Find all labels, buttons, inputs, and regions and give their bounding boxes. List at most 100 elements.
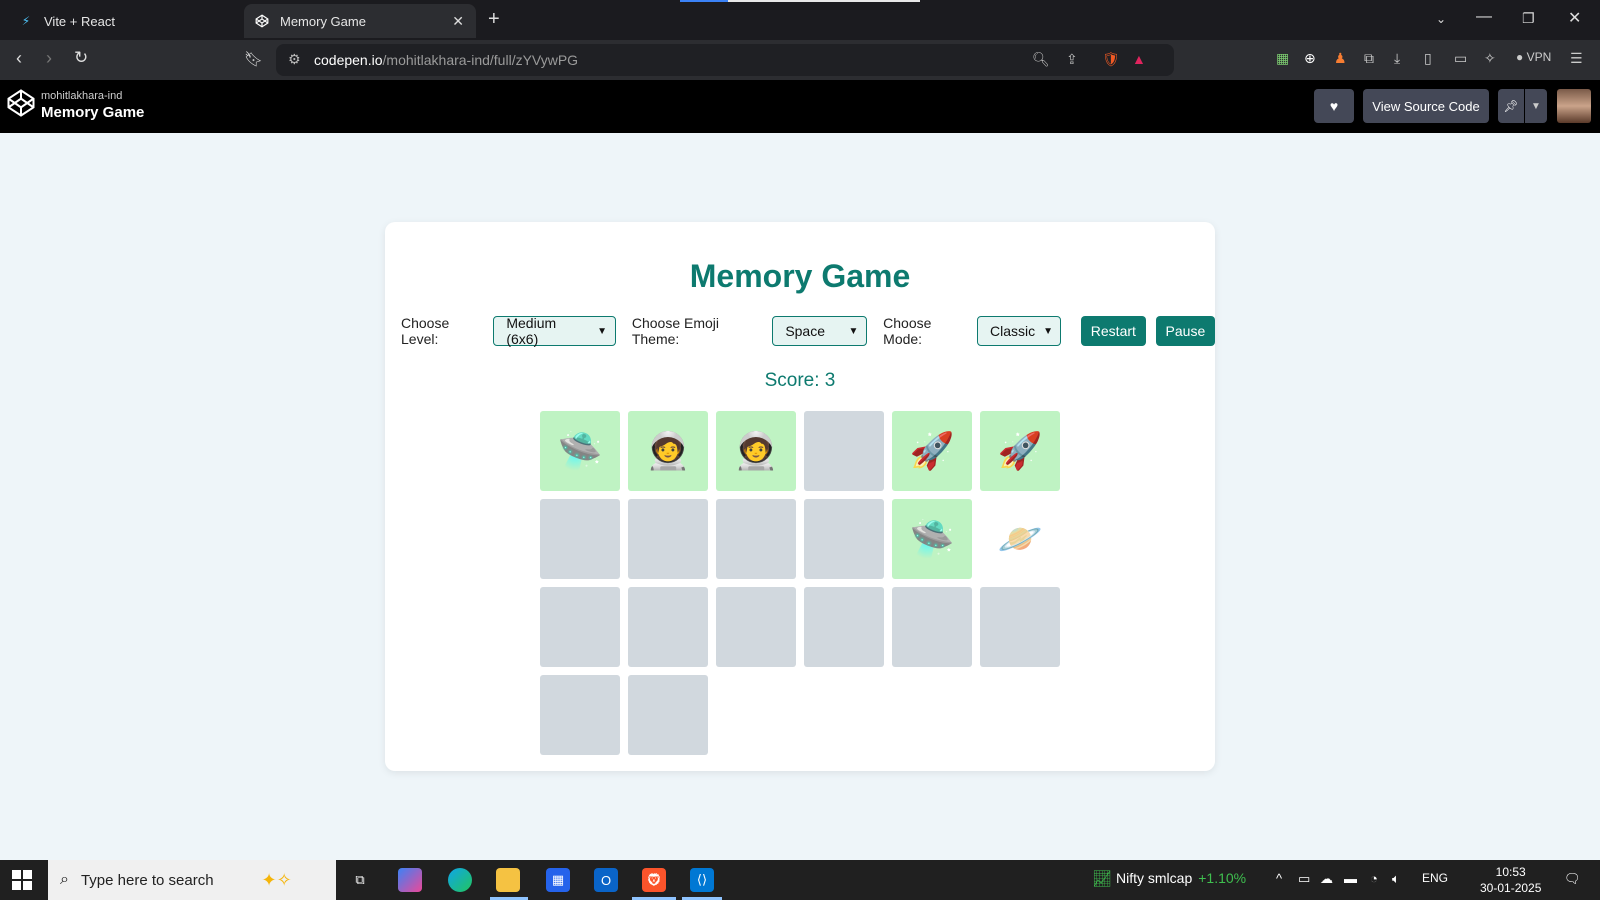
extension-icon[interactable]: ▦ — [1276, 50, 1289, 67]
theme-select[interactable]: Space ▼ — [772, 316, 868, 346]
brave-rewards-icon[interactable]: ▲ — [1132, 51, 1146, 67]
pin-button[interactable]: 📌︎ — [1498, 89, 1524, 123]
extension-orange-icon[interactable]: ♟ — [1334, 50, 1347, 67]
memory-card[interactable] — [980, 587, 1060, 667]
view-source-button[interactable]: View Source Code — [1363, 89, 1489, 123]
site-settings-icon[interactable]: ⚙ — [288, 51, 301, 68]
stock-ticker-widget[interactable]: Nifty smlcap +1.10% — [1116, 870, 1246, 886]
memory-card[interactable] — [628, 499, 708, 579]
stock-chart-icon: 📈︎ — [1092, 871, 1113, 888]
memory-card[interactable] — [892, 587, 972, 667]
brave-icon[interactable]: 🦁︎ — [642, 868, 666, 892]
chevron-down-icon: ▼ — [597, 325, 608, 337]
language-indicator[interactable]: ENG — [1422, 871, 1448, 885]
reload-icon[interactable]: ↻ — [74, 48, 88, 68]
vscode-icon[interactable]: ⟨⟩ — [690, 868, 714, 892]
clock[interactable]: 10:53 30-01-2025 — [1480, 864, 1541, 896]
forward-icon[interactable]: › — [46, 48, 52, 69]
memory-card[interactable]: 🪐 — [980, 499, 1060, 579]
address-bar[interactable]: ⚙ codepen.io/mohitlakhara-ind/full/zYVyw… — [276, 44, 1174, 76]
extensions-icon[interactable]: ⧉ — [1364, 50, 1374, 67]
store-icon[interactable]: ▦ — [546, 868, 570, 892]
memory-card[interactable] — [540, 675, 620, 755]
close-window-button[interactable]: ✕ — [1568, 8, 1581, 28]
heart-button[interactable]: ♥ — [1314, 89, 1354, 123]
copilot-sparkle-icon: ✦✧ — [261, 869, 292, 890]
codepen-icon — [254, 13, 270, 29]
wallet-icon[interactable]: ▭ — [1454, 50, 1467, 67]
pin-dropdown-button[interactable]: ▼ — [1525, 89, 1547, 123]
back-icon[interactable]: ‹ — [16, 48, 22, 69]
level-select[interactable]: Medium (6x6) ▼ — [493, 315, 617, 347]
wifi-icon[interactable]: ◔ — [1370, 871, 1378, 886]
memory-card[interactable]: 🧑‍🚀 — [716, 411, 796, 491]
bookmark-icon[interactable]: 🔖︎ — [244, 50, 263, 68]
tab-title: Vite + React — [44, 13, 115, 29]
memory-card[interactable] — [628, 675, 708, 755]
pause-button[interactable]: Pause — [1155, 316, 1216, 346]
memory-card[interactable] — [540, 499, 620, 579]
chevron-down-icon: ▼ — [848, 325, 859, 337]
sidebar-icon[interactable]: ▯ — [1424, 50, 1432, 67]
memory-card[interactable] — [540, 587, 620, 667]
taskbar-search[interactable]: ⌕ Type here to search ✦✧ — [48, 860, 336, 900]
restore-button[interactable]: ❐ — [1522, 10, 1535, 27]
memory-card[interactable]: 🧑‍🚀 — [628, 411, 708, 491]
loading-bar — [680, 0, 920, 2]
notification-icon[interactable]: 🗨︎ — [1564, 871, 1581, 887]
zoom-icon[interactable]: 🔍︎ — [1032, 51, 1050, 68]
mode-value: Classic — [990, 323, 1036, 339]
edge-icon[interactable] — [448, 868, 472, 892]
file-explorer-icon[interactable] — [496, 868, 520, 892]
share-icon[interactable]: ⇪ — [1066, 51, 1078, 68]
memory-card[interactable]: 🛸 — [540, 411, 620, 491]
memory-card[interactable] — [628, 587, 708, 667]
tab-list-chevron-icon[interactable]: ⌄ — [1436, 12, 1446, 26]
pen-author[interactable]: mohitlakhara-ind — [41, 90, 122, 102]
mode-select[interactable]: Classic ▼ — [977, 316, 1062, 346]
memory-card[interactable]: 🛸 — [892, 499, 972, 579]
windows-start-icon[interactable] — [12, 870, 32, 890]
download-icon[interactable]: ⤓ — [1394, 50, 1400, 67]
restart-button[interactable]: Restart — [1080, 316, 1146, 346]
game-controls: Choose Level: Medium (6x6) ▼ Choose Emoj… — [401, 315, 1216, 347]
brave-shields-icon[interactable]: 🛡︎ — [1102, 51, 1120, 68]
minimize-button[interactable]: — — [1476, 8, 1492, 26]
memory-card[interactable]: 🚀 — [980, 411, 1060, 491]
memory-card[interactable] — [716, 587, 796, 667]
avatar[interactable] — [1557, 89, 1591, 123]
vpn-button[interactable]: ● VPN — [1516, 50, 1551, 64]
chevron-up-icon[interactable]: ^ — [1276, 871, 1282, 886]
page-title: Memory Game — [689, 258, 911, 294]
memory-card[interactable] — [804, 587, 884, 667]
menu-icon[interactable]: ☰ — [1570, 50, 1583, 67]
new-tab-button[interactable]: + — [488, 8, 500, 31]
level-value: Medium (6x6) — [506, 315, 557, 347]
vite-icon: ⚡ — [21, 14, 31, 28]
close-tab-icon[interactable]: ✕ — [452, 13, 464, 30]
onedrive-icon[interactable]: ☁ — [1320, 871, 1333, 887]
leo-ai-icon[interactable]: ✧ — [1484, 50, 1496, 67]
memory-card[interactable]: 🚀 — [892, 411, 972, 491]
mode-label: Choose Mode: — [883, 315, 932, 347]
task-view-icon[interactable]: ⧉ — [348, 868, 372, 892]
browser-toolbar: ‹ › ↻ 🔖︎ ⚙ codepen.io/mohitlakhara-ind/f… — [0, 40, 1600, 80]
tab-memory-game[interactable]: Memory Game ✕ — [244, 4, 476, 38]
battery-icon[interactable]: ▬ — [1344, 871, 1357, 886]
memory-card[interactable] — [804, 411, 884, 491]
tab-vite-react[interactable]: ⚡ Vite + React — [8, 4, 244, 38]
memory-card[interactable] — [804, 499, 884, 579]
heart-icon: ♥ — [1329, 98, 1339, 114]
outlook-icon[interactable]: O — [594, 868, 618, 892]
memory-card[interactable] — [716, 499, 796, 579]
card-grid: 🛸 🧑‍🚀 🧑‍🚀 🚀 🚀 🛸 🪐 — [540, 411, 1060, 755]
codepen-logo-icon[interactable] — [6, 88, 36, 118]
volume-icon[interactable]: 🔈︎ — [1392, 871, 1400, 887]
add-extension-icon[interactable]: ⊕ — [1304, 50, 1316, 67]
theme-value: Space — [785, 323, 826, 339]
tab-title: Memory Game — [280, 13, 366, 29]
copilot-icon[interactable] — [398, 868, 422, 892]
meet-icon[interactable]: ▭ — [1298, 871, 1310, 887]
score-display: Score: 3 — [764, 370, 836, 391]
time: 10:53 — [1495, 865, 1526, 879]
